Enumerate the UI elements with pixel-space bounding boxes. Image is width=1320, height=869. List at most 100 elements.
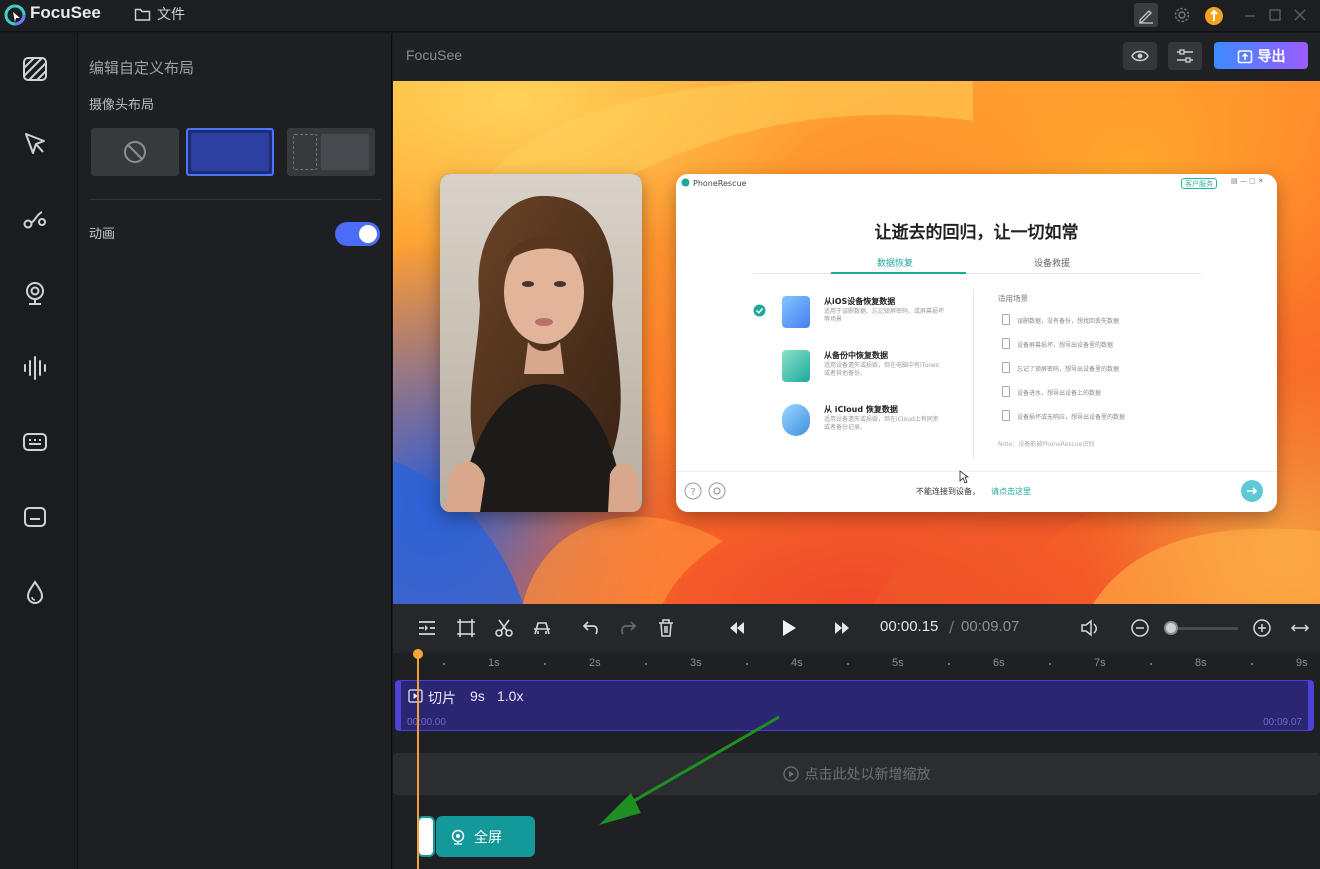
webcam-icon[interactable] — [20, 278, 50, 308]
tick-dot — [443, 663, 445, 665]
export-button[interactable]: 导出 — [1214, 42, 1308, 69]
phonerescue-logo-icon — [681, 178, 690, 187]
layout-option-full[interactable] — [186, 128, 274, 176]
rewind-icon[interactable] — [725, 616, 749, 640]
option-title[interactable]: 从 iCloud 恢复数据 — [824, 404, 898, 415]
fast-forward-icon[interactable] — [830, 616, 854, 640]
window-controls-icon: ▤ — ▢ ✕ — [1231, 177, 1264, 185]
volume-icon[interactable] — [1078, 616, 1102, 640]
app-name: FocuSee — [30, 3, 101, 22]
scenario-icon — [1002, 314, 1010, 325]
screen-recording-window[interactable]: PhoneRescue 客户服务 ▤ — ▢ ✕ 让逝去的回归，让一切如常 数据… — [676, 174, 1277, 512]
track-menu-icon[interactable] — [415, 616, 439, 640]
cut-icon[interactable] — [492, 616, 516, 640]
delete-icon[interactable] — [654, 616, 678, 640]
layout-option-none[interactable] — [91, 128, 179, 176]
help-icon[interactable]: ? — [684, 482, 702, 500]
captions-icon[interactable] — [20, 427, 50, 457]
tick-label: 1s — [488, 657, 500, 669]
service-button[interactable]: 客户服务 — [1181, 178, 1217, 189]
redo-icon[interactable] — [616, 616, 640, 640]
clip-label: 切片 — [428, 691, 456, 707]
scenario-item: 误删数据，没有备份，想找回丢失数据 — [1017, 318, 1120, 325]
add-zoom-track[interactable]: 点击此处以新增缩放 — [393, 753, 1320, 795]
time-ruler[interactable]: 1s 2s 3s 4s 5s 6s 7s 8s 9s — [393, 653, 1320, 677]
tick-label: 2s — [589, 657, 601, 669]
clip-left-handle[interactable] — [396, 681, 401, 730]
check-icon — [753, 304, 766, 317]
edit-icon[interactable] — [1134, 3, 1158, 27]
ios-device-icon — [782, 296, 810, 328]
fit-width-icon[interactable] — [1288, 616, 1312, 640]
clip-end-time: 00:09.07 — [1263, 717, 1302, 728]
playhead[interactable] — [417, 653, 419, 869]
camera-segment-label: 全屏 — [474, 829, 502, 846]
zoom-slider[interactable] — [1170, 627, 1238, 630]
close-icon[interactable] — [1288, 3, 1312, 27]
video-clip[interactable]: 切片 9s 1.0x 00:00.00 00:09.07 — [395, 680, 1314, 731]
tick-dot — [1251, 663, 1253, 665]
file-menu[interactable]: 文件 — [134, 3, 185, 25]
minimize-icon[interactable] — [1238, 3, 1262, 27]
watermark-icon[interactable] — [20, 577, 50, 607]
tick-label: 6s — [993, 657, 1005, 669]
preview-eye-button[interactable] — [1123, 42, 1157, 70]
upgrade-icon[interactable] — [1202, 3, 1226, 27]
gear-icon[interactable] — [1170, 3, 1194, 27]
export-label: 导出 — [1257, 48, 1286, 65]
tabs-underline — [753, 273, 1201, 274]
playback-controls: 00:00.15 / 00:09.07 — [393, 604, 1320, 653]
tab-device-rescue[interactable]: 设备救援 — [1034, 256, 1070, 269]
scenario-icon — [1002, 338, 1010, 349]
speed-icon[interactable] — [530, 616, 554, 640]
scenario-icon — [1002, 386, 1010, 397]
current-time: 00:00.15 — [880, 618, 939, 635]
cursor-icon[interactable] — [20, 129, 50, 159]
next-arrow-icon[interactable] — [1240, 479, 1264, 503]
folder-icon — [134, 8, 151, 21]
play-icon[interactable] — [777, 616, 801, 640]
webcam-preview[interactable] — [440, 174, 642, 512]
audio-icon[interactable] — [20, 353, 50, 383]
camera-segment-handle[interactable] — [417, 816, 435, 857]
playhead-handle[interactable] — [413, 649, 423, 659]
scenario-item: 设备进水，想导出设备上的数据 — [1017, 390, 1102, 397]
undo-icon[interactable] — [579, 616, 603, 640]
tick-dot — [1049, 663, 1051, 665]
eye-icon — [1131, 50, 1149, 62]
scenario-item: 设备屏幕损坏，想导出设备里的数据 — [1017, 342, 1114, 349]
click-here-link[interactable]: 请点击这里 — [991, 486, 1031, 497]
preview-canvas[interactable]: PhoneRescue 客户服务 ▤ — ▢ ✕ 让逝去的回归，让一切如常 数据… — [393, 81, 1320, 604]
tab-data-recovery[interactable]: 数据恢复 — [877, 256, 913, 269]
tick-dot — [544, 663, 546, 665]
background-icon[interactable] — [20, 54, 50, 84]
adjust-button[interactable] — [1168, 42, 1202, 70]
camera-segment[interactable]: 全屏 — [436, 816, 535, 857]
path-icon[interactable] — [20, 203, 50, 233]
tick-label: 9s — [1296, 657, 1308, 669]
zoom-out-icon[interactable] — [1128, 616, 1152, 640]
scenario-item: 设备损坏或无响应，想导出设备里的数据 — [1017, 414, 1126, 421]
option-title[interactable]: 从备份中恢复数据 — [824, 350, 888, 361]
disabled-icon — [124, 141, 146, 163]
zoom-in-icon[interactable] — [1250, 616, 1274, 640]
settings-icon[interactable] — [708, 482, 726, 500]
maximize-icon[interactable] — [1263, 3, 1287, 27]
scenarios-title: 适用场景 — [998, 294, 1028, 303]
scenario-icon — [1002, 362, 1010, 373]
layout-option-side[interactable] — [287, 128, 375, 176]
subtitle-icon[interactable] — [20, 502, 50, 532]
add-zoom-label: 点击此处以新增缩放 — [804, 767, 931, 783]
clip-right-handle[interactable] — [1308, 681, 1313, 730]
camera-layout-label: 摄像头布局 — [89, 98, 155, 113]
video-clip-icon — [408, 689, 423, 703]
tick-dot — [746, 663, 748, 665]
tick-label: 8s — [1195, 657, 1207, 669]
zoom-slider-thumb[interactable] — [1164, 621, 1178, 635]
timeline[interactable]: 1s 2s 3s 4s 5s 6s 7s 8s 9s 切片 9s 1.0x 00… — [393, 649, 1320, 869]
option-title[interactable]: 从iOS设备恢复数据 — [824, 296, 895, 307]
crop-icon[interactable] — [454, 616, 478, 640]
panel-title: 编辑自定义布局 — [89, 59, 195, 77]
tick-label: 3s — [690, 657, 702, 669]
animation-toggle[interactable] — [335, 222, 380, 246]
